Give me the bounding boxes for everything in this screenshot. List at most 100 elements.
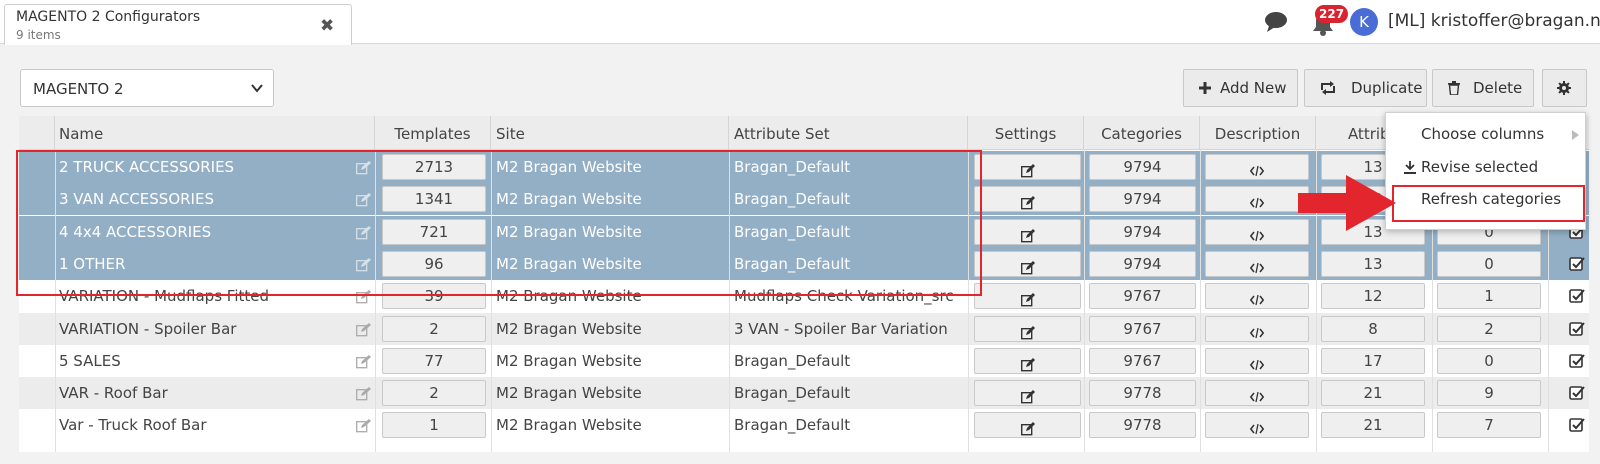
table-row[interactable]: VAR - Roof Bar 2 M2 Bragan Website Bragan_D… <box>19 377 1589 410</box>
checkbox-icon[interactable] <box>1569 417 1585 433</box>
row-extra-count[interactable]: 0 <box>1437 347 1541 374</box>
header-select-column[interactable] <box>19 116 55 150</box>
checkbox-icon[interactable] <box>1569 256 1585 272</box>
column-divider <box>1200 150 1201 452</box>
row-name[interactable]: Var - Truck Roof Bar <box>59 409 369 441</box>
add-new-button[interactable]: Add New <box>1183 69 1298 107</box>
row-attributes[interactable]: 12 <box>1321 283 1425 310</box>
chevron-down-icon <box>251 84 263 93</box>
code-icon <box>1249 419 1265 435</box>
revise-icon <box>1404 161 1416 174</box>
row-site: M2 Bragan Website <box>496 351 642 370</box>
channel-select-value: MAGENTO 2 <box>33 80 124 98</box>
code-icon <box>1249 193 1265 209</box>
row-attributes[interactable]: 21 <box>1321 380 1425 407</box>
row-extra-count[interactable]: 1 <box>1437 283 1541 310</box>
row-description-button[interactable] <box>1205 412 1309 439</box>
chat-icon[interactable] <box>1263 10 1289 34</box>
table-row[interactable]: VARIATION - Spoiler Bar 2 M2 Bragan Websit… <box>19 312 1589 345</box>
row-settings-button[interactable] <box>974 347 1081 374</box>
menu-item-choose-columns[interactable]: Choose columns <box>1421 125 1544 143</box>
row-extra-count[interactable]: 2 <box>1437 315 1541 342</box>
row-attributes[interactable]: 13 <box>1321 250 1425 277</box>
row-categories[interactable]: 9794 <box>1089 218 1196 245</box>
edit-icon[interactable] <box>356 354 371 369</box>
header-attribute-set[interactable]: Attribute Set <box>729 116 968 150</box>
checkbox-icon[interactable] <box>1569 353 1585 369</box>
checkbox-icon[interactable] <box>1569 288 1585 304</box>
row-settings-button[interactable] <box>974 315 1081 342</box>
row-categories[interactable]: 9794 <box>1089 250 1196 277</box>
channel-select[interactable]: MAGENTO 2 <box>20 69 274 107</box>
row-templates[interactable]: 1 <box>382 412 486 439</box>
row-settings-button[interactable] <box>974 186 1081 213</box>
edit-icon <box>1020 226 1035 242</box>
row-name[interactable]: VARIATION - Spoiler Bar <box>59 313 369 345</box>
row-categories[interactable]: 9778 <box>1089 412 1196 439</box>
row-site: M2 Bragan Website <box>496 319 642 338</box>
delete-button[interactable]: Delete <box>1432 69 1534 107</box>
header-description[interactable]: Description <box>1200 116 1316 150</box>
row-description-button[interactable] <box>1205 315 1309 342</box>
checkbox-icon[interactable] <box>1569 321 1585 337</box>
row-templates[interactable]: 77 <box>382 347 486 374</box>
row-attributes[interactable]: 17 <box>1321 347 1425 374</box>
row-categories[interactable]: 9767 <box>1089 315 1196 342</box>
row-extra-count[interactable]: 0 <box>1437 250 1541 277</box>
header-categories[interactable]: Categories <box>1084 116 1200 150</box>
row-description-button[interactable] <box>1205 154 1309 180</box>
row-attributes[interactable]: 21 <box>1321 412 1425 439</box>
row-settings-button[interactable] <box>974 412 1081 439</box>
row-extra-count[interactable]: 7 <box>1437 412 1541 439</box>
menu-item-revise-selected[interactable]: Revise selected <box>1421 158 1538 176</box>
row-categories[interactable]: 9778 <box>1089 380 1196 407</box>
row-attribute-set: Bragan_Default <box>734 384 851 403</box>
header-name[interactable]: Name <box>55 116 375 150</box>
row-settings-button[interactable] <box>974 250 1081 277</box>
row-attribute-set: Bragan_Default <box>734 416 851 435</box>
row-description-button[interactable] <box>1205 283 1309 310</box>
edit-icon[interactable] <box>356 322 371 336</box>
header-settings[interactable]: Settings <box>968 116 1084 150</box>
chevron-right-icon <box>1572 130 1579 140</box>
row-attributes[interactable]: 8 <box>1321 315 1425 342</box>
row-description-button[interactable] <box>1205 250 1309 277</box>
edit-icon <box>1020 387 1035 404</box>
edit-icon[interactable] <box>356 386 371 401</box>
row-description-button[interactable] <box>1205 380 1309 407</box>
close-icon[interactable]: ✖ <box>320 16 334 36</box>
table-row[interactable]: Var - Truck Roof Bar 1 M2 Bragan Website Br… <box>19 409 1589 442</box>
header-templates[interactable]: Templates <box>375 116 491 150</box>
row-settings-button[interactable] <box>974 283 1081 310</box>
row-attribute-set: Bragan_Default <box>734 351 851 370</box>
row-extra-count[interactable]: 9 <box>1437 380 1541 407</box>
checkbox-icon[interactable] <box>1569 385 1585 401</box>
settings-gear-button[interactable] <box>1542 69 1587 107</box>
duplicate-icon <box>1321 81 1335 95</box>
edit-icon[interactable] <box>356 418 371 433</box>
row-description-button[interactable] <box>1205 218 1309 245</box>
row-templates[interactable]: 2 <box>382 315 486 342</box>
row-templates[interactable]: 2 <box>382 380 486 407</box>
annotation-selected-rows-box <box>16 150 982 296</box>
code-icon <box>1249 323 1265 338</box>
row-settings-button[interactable] <box>974 218 1081 245</box>
row-categories[interactable]: 9794 <box>1089 154 1196 180</box>
row-name[interactable]: VAR - Roof Bar <box>59 377 369 409</box>
row-settings-button[interactable] <box>974 380 1081 407</box>
avatar[interactable]: K <box>1350 8 1378 36</box>
row-categories[interactable]: 9767 <box>1089 347 1196 374</box>
tab-title: MAGENTO 2 Configurators <box>16 9 201 25</box>
row-categories[interactable]: 9794 <box>1089 186 1196 213</box>
edit-icon <box>1020 258 1035 275</box>
user-account-label[interactable]: [ML] kristoffer@bragan.net <box>1388 11 1600 31</box>
row-settings-button[interactable] <box>974 154 1081 180</box>
row-categories[interactable]: 9767 <box>1089 283 1196 310</box>
header-site[interactable]: Site <box>491 116 729 150</box>
row-description-button[interactable] <box>1205 347 1309 374</box>
row-name[interactable]: 5 SALES <box>59 345 369 377</box>
table-row[interactable]: 5 SALES 77 M2 Bragan Website Bragan_Default… <box>19 344 1589 377</box>
duplicate-button[interactable]: Duplicate <box>1304 69 1427 107</box>
tab-magento-configurators[interactable]: MAGENTO 2 Configurators 9 items ✖ <box>4 4 352 45</box>
row-description-button[interactable] <box>1205 186 1309 213</box>
